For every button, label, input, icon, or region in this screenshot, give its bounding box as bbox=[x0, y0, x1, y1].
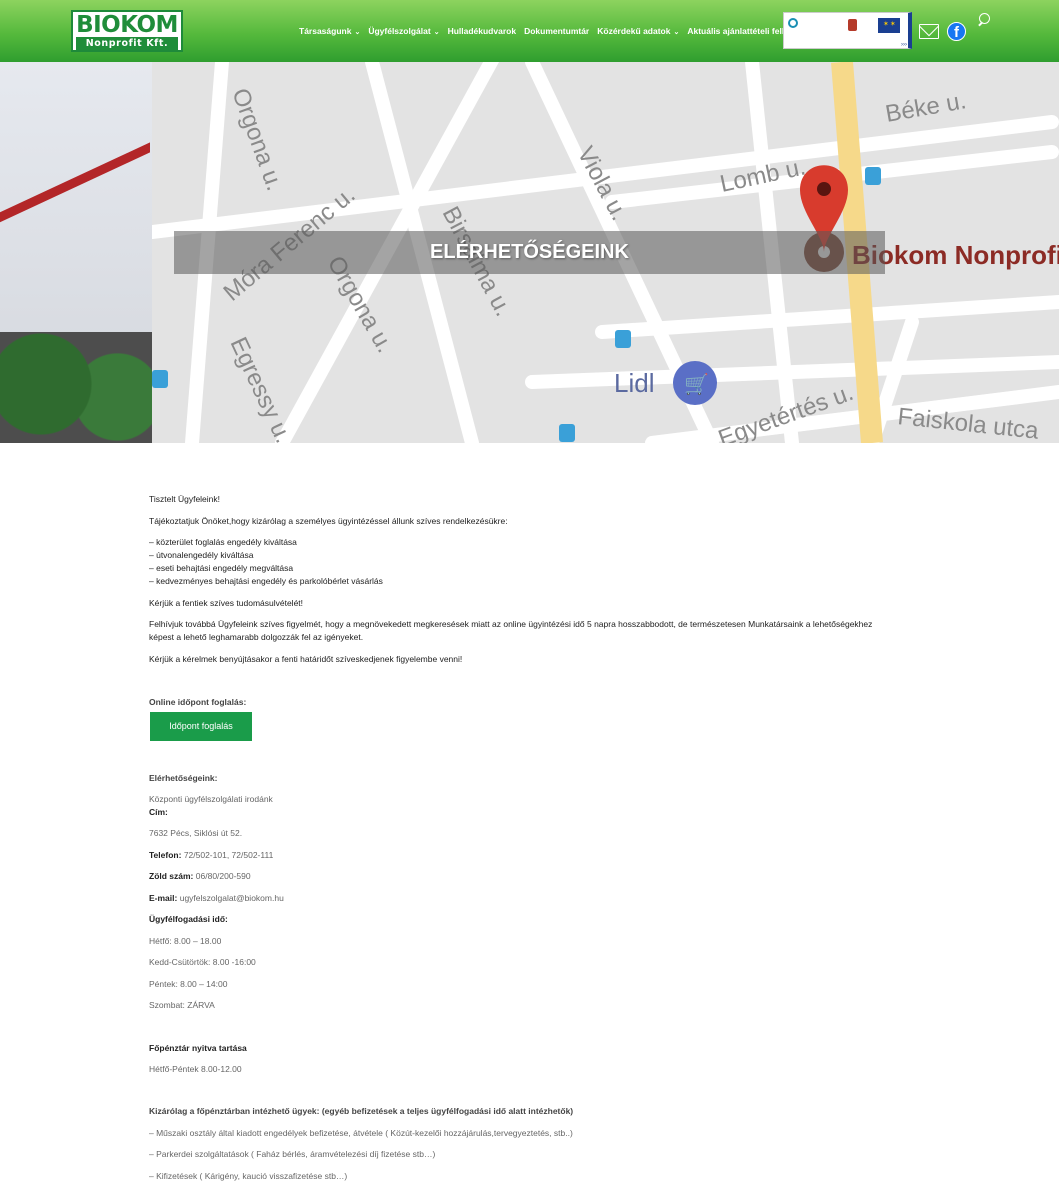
booking-button[interactable]: Időpont foglalás bbox=[150, 712, 252, 741]
biokom-logo[interactable]: BIOKOM Nonprofit Kft. bbox=[71, 10, 183, 52]
nav-tarsasagunk[interactable]: Társaságunk ⌄ bbox=[299, 24, 360, 38]
phone-value: 72/502-101, 72/502-111 bbox=[183, 850, 274, 860]
hours-item: Hétfő: 8.00 – 18.00 bbox=[149, 936, 222, 946]
logo-wordmark: BIOKOM bbox=[76, 12, 178, 38]
greeting: Tisztelt Ügyfeleink! bbox=[149, 494, 221, 504]
main-nav: Társaságunk ⌄ Ügyfélszolgálat ⌄ Hulladékud… bbox=[299, 24, 812, 38]
hero-banner: Orgona u. Móra Ferenc u. Orgona u. Egres… bbox=[0, 62, 1059, 443]
cashier-item: – Parkerdei szolgáltatások ( Faház bérlé… bbox=[149, 1149, 436, 1159]
chevron-down-icon: ⌄ bbox=[433, 29, 440, 36]
address-label: Cím: bbox=[149, 807, 168, 817]
cashier-item: – Műszaki osztály által kiadott engedély… bbox=[149, 1128, 573, 1138]
email-label: E-mail: bbox=[149, 893, 178, 903]
nav-label: Hulladékudvarok bbox=[447, 26, 517, 36]
contacts-heading: Elérhetőségeink: bbox=[149, 773, 218, 783]
shopping-cart-icon: 🛒 bbox=[684, 372, 709, 396]
nav-label: Közérdekű adatok bbox=[597, 26, 671, 36]
nav-label: Ügyfélszolgálat bbox=[368, 26, 431, 36]
email-line: E-mail: ugyfelszolgalat@biokom.hu bbox=[149, 892, 284, 905]
hungary-government-seal-icon bbox=[848, 19, 857, 31]
szechenyi-logo-icon bbox=[788, 18, 798, 28]
cashier-only-heading: Kizárólag a főpénztárban intézhető ügyek… bbox=[149, 1106, 574, 1116]
phone-line: Telefon: 72/502-101, 72/502-111 bbox=[149, 849, 273, 862]
green-number-value: 06/80/200-590 bbox=[195, 871, 251, 881]
office-name: Központi ügyfélszolgálati irodánk bbox=[149, 794, 273, 804]
email-link[interactable]: ugyfelszolgalat@biokom.hu bbox=[180, 893, 284, 903]
cashier-hours: Hétfő-Péntek 8.00-12.00 bbox=[149, 1064, 242, 1074]
search-icon[interactable] bbox=[977, 13, 991, 29]
online-booking-label: Online időpont foglalás: bbox=[149, 697, 247, 707]
notice-text-cont: képest a lehető leghamarabb dolgozzák fe… bbox=[149, 632, 364, 642]
service-item: – útvonalengedély kiváltása bbox=[149, 550, 254, 560]
building-photo bbox=[0, 62, 152, 443]
hours-item: Péntek: 8.00 – 14:00 bbox=[149, 979, 228, 989]
cashier-heading: Főpénztár nyitva tartása bbox=[149, 1043, 247, 1053]
nav-label: Dokumentumtár bbox=[524, 26, 590, 36]
hours-item: Szombat: ZÁRVA bbox=[149, 1000, 215, 1010]
deadline-text: Kérjük a kérelmek benyújtásakor a fenti … bbox=[149, 654, 463, 664]
phone-label: Telefon: bbox=[149, 850, 182, 860]
bus-stop-icon bbox=[865, 167, 881, 185]
nav-dokumentumtar[interactable]: Dokumentumtár bbox=[524, 24, 589, 38]
cashier-item: – Kifizetések ( Kárigény, kaució visszaf… bbox=[149, 1171, 348, 1181]
site-header: BIOKOM Nonprofit Kft. Társaságunk ⌄ Ügyfé… bbox=[0, 0, 1059, 62]
chevron-down-icon: ⌄ bbox=[354, 29, 361, 36]
green-number-label: Zöld szám: bbox=[149, 871, 194, 881]
nav-kozerdeku-adatok[interactable]: Közérdekű adatok ⌄ bbox=[597, 24, 679, 38]
nav-hulladekudvarok[interactable]: Hulladékudvarok bbox=[448, 24, 517, 38]
eu-flag-icon: ✶✶ bbox=[878, 18, 900, 33]
address-value: 7632 Pécs, Siklósi út 52. bbox=[149, 828, 243, 838]
service-item: – eseti behajtási engedély megváltása bbox=[149, 563, 294, 573]
green-number-line: Zöld szám: 06/80/200-590 bbox=[149, 870, 251, 883]
hours-item: Kedd-Csütörtök: 8.00 -16:00 bbox=[149, 957, 256, 967]
intro-text: Tájékoztatjuk Önöket,hogy kizárólag a sz… bbox=[149, 516, 508, 526]
facebook-icon[interactable]: f bbox=[947, 22, 966, 41]
notice-text: Felhívjuk továbbá Ügyfeleink szíves figy… bbox=[149, 619, 873, 629]
mail-icon[interactable] bbox=[919, 24, 939, 39]
badge-arrows-icon: ››› bbox=[901, 42, 907, 48]
nav-label: Társaságunk bbox=[299, 26, 352, 36]
map-label-lidl: Lidl bbox=[614, 368, 654, 398]
bus-stop-icon bbox=[615, 330, 631, 348]
bus-stop-icon bbox=[152, 370, 168, 388]
page-title: ELÉRHETŐSÉGEINK bbox=[430, 241, 629, 263]
service-item: – kedvezményes behajtási engedély és par… bbox=[149, 576, 383, 586]
hero-title-overlay: ELÉRHETŐSÉGEINK bbox=[174, 231, 885, 274]
acknowledgement-text: Kérjük a fentiek szíves tudomásulvételét… bbox=[149, 598, 304, 608]
trees bbox=[0, 332, 152, 443]
bus-stop-icon bbox=[559, 424, 575, 442]
logo-subtitle: Nonprofit Kft. bbox=[76, 37, 178, 50]
nav-ugyfelszolgalat[interactable]: Ügyfélszolgálat ⌄ bbox=[368, 24, 439, 38]
hours-heading: Ügyfélfogadási idő: bbox=[149, 914, 228, 924]
chevron-down-icon: ⌄ bbox=[673, 29, 680, 36]
szechenyi-terv-badge[interactable]: ✶✶ ››› bbox=[783, 12, 912, 49]
service-item: – közterület foglalás engedély kiváltása bbox=[149, 537, 297, 547]
